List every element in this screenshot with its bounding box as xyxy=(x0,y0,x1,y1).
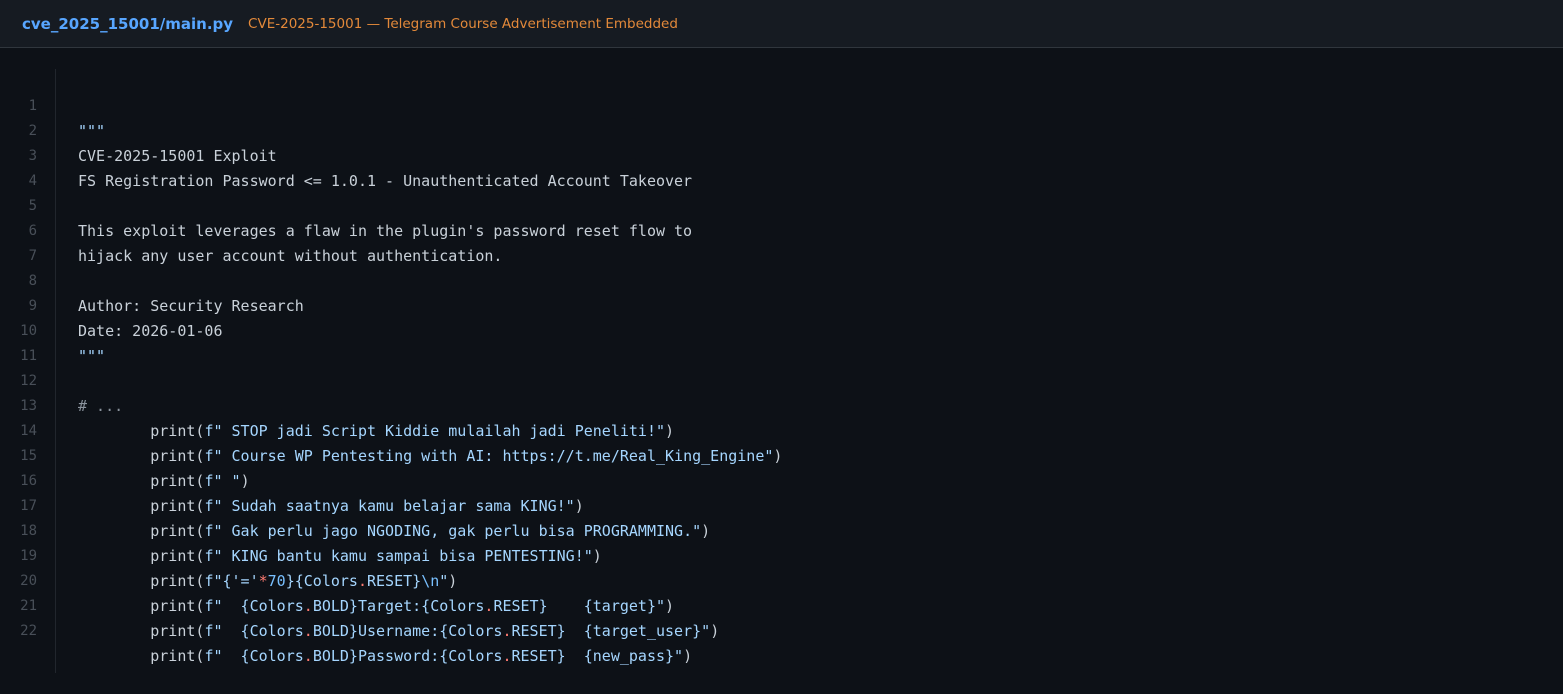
file-header: cve_2025_15001/main.py CVE-2025-15001 — … xyxy=(0,0,1563,48)
fstring-prefix: f" xyxy=(204,647,223,665)
code-line-1: 1 """ xyxy=(0,69,1563,140)
code-text: print(f" {Colors.BOLD}Username:{Colors.R… xyxy=(78,619,719,644)
code-text: print(f" {Colors.BOLD}Password:{Colors.R… xyxy=(78,644,692,669)
code-line-20: 20 print(f" {Colors.BOLD}Target:{Colors.… xyxy=(0,544,1563,615)
print-close: ) xyxy=(710,622,720,640)
string-part: {Colors xyxy=(222,647,304,665)
code-line-12: 12 # ... xyxy=(0,344,1563,415)
line-number: 22 xyxy=(20,623,37,639)
code-line-4: 4 xyxy=(0,144,1563,189)
code-line-5: 5 This exploit leverages a flaw in the p… xyxy=(0,169,1563,240)
file-path-link[interactable]: cve_2025_15001/main.py xyxy=(22,15,233,33)
dot-operator: . xyxy=(502,647,512,665)
code-line-13: 13 print(f" STOP jadi Script Kiddie mula… xyxy=(0,369,1563,440)
print-call: print( xyxy=(150,622,205,640)
dot-operator: . xyxy=(502,622,512,640)
code-line-14: 14 print(f" Course WP Pentesting with AI… xyxy=(0,394,1563,465)
code-line-7: 7 xyxy=(0,219,1563,264)
code-line-19: 19 print(f"{'='*70}{Colors.RESET}\n") xyxy=(0,519,1563,590)
string-part: {Colors xyxy=(222,622,304,640)
code-line-3: 3 FS Registration Password <= 1.0.1 - Un… xyxy=(0,119,1563,190)
print-close: ) xyxy=(683,647,693,665)
dot-operator: . xyxy=(303,647,313,665)
code-line-15: 15 print(f" ") xyxy=(0,419,1563,490)
code-line-11: 11 xyxy=(0,319,1563,364)
string-part: BOLD}Username:{Colors xyxy=(312,622,503,640)
code-view: 1 """ 2 CVE-2025-15001 Exploit 3 FS Regi… xyxy=(0,49,1563,673)
code-line-2: 2 CVE-2025-15001 Exploit xyxy=(0,94,1563,165)
print-call: print( xyxy=(150,647,205,665)
code-line-10: 10 """ xyxy=(0,294,1563,365)
fstring-prefix: f" xyxy=(204,622,223,640)
code-line-6: 6 hijack any user account without authen… xyxy=(0,194,1563,265)
code-line-8: 8 Author: Security Research xyxy=(0,244,1563,315)
string-part: RESET} {new_pass}" xyxy=(511,647,684,665)
code-line-22: 22 print(f" {Colors.BOLD}Password:{Color… xyxy=(0,594,1563,665)
dot-operator: . xyxy=(303,622,313,640)
code-line-17: 17 print(f" Gak perlu jago NGODING, gak … xyxy=(0,469,1563,540)
code-line-16: 16 print(f" Sudah saatnya kamu belajar s… xyxy=(0,444,1563,515)
code-line-9: 9 Date: 2026-01-06 xyxy=(0,269,1563,340)
header-note: CVE-2025-15001 — Telegram Course Adverti… xyxy=(248,15,678,32)
string-part: RESET} {target_user}" xyxy=(511,622,711,640)
code-line-21: 21 print(f" {Colors.BOLD}Username:{Color… xyxy=(0,569,1563,640)
code-line-18: 18 print(f" KING bantu kamu sampai bisa … xyxy=(0,494,1563,565)
string-part: BOLD}Password:{Colors xyxy=(312,647,503,665)
